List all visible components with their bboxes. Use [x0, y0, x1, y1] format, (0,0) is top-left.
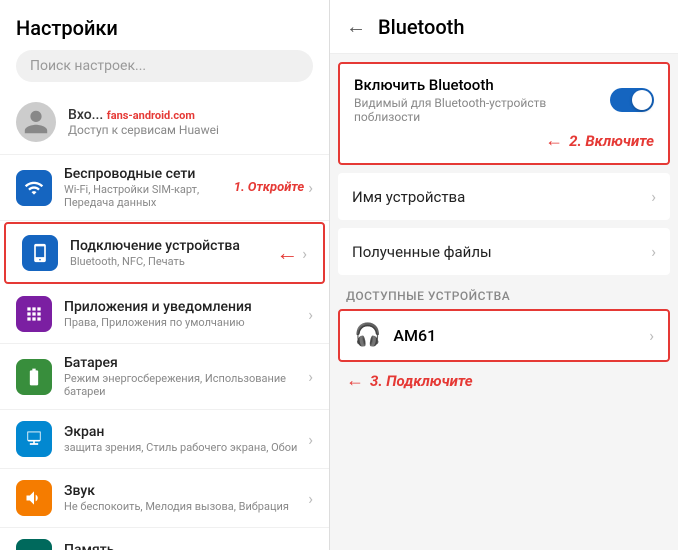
- sound-text: Звук Не беспокоить, Мелодия вызова, Вибр…: [64, 483, 308, 513]
- device-icon: [22, 235, 58, 271]
- apps-svg: [24, 304, 44, 324]
- wifi-icon: [16, 170, 52, 206]
- profile-row[interactable]: Вхо... fans-android.com Доступ к сервиса…: [0, 90, 329, 155]
- device-am61-name: AM61: [393, 326, 649, 345]
- settings-item-storage[interactable]: Память Память, Очистка памяти ›: [0, 528, 329, 550]
- sound-chevron: ›: [308, 489, 313, 508]
- device-svg: [30, 243, 50, 263]
- received-files-label: Полученные файлы: [352, 243, 492, 261]
- battery-svg: [24, 367, 44, 387]
- apps-chevron: ›: [308, 305, 313, 324]
- received-files-chevron: ›: [651, 242, 656, 261]
- profile-info: Вхо... fans-android.com Доступ к сервиса…: [68, 107, 313, 137]
- display-title: Экран: [64, 424, 308, 440]
- profile-name: Вхо... fans-android.com: [68, 107, 313, 123]
- device-chevron: ›: [302, 244, 307, 263]
- battery-icon: [16, 359, 52, 395]
- display-svg: [24, 429, 44, 449]
- device-name-chevron: ›: [651, 187, 656, 206]
- person-icon: [22, 108, 50, 136]
- settings-item-sound[interactable]: Звук Не беспокоить, Мелодия вызова, Вибр…: [0, 469, 329, 528]
- device-text: Подключение устройства Bluetooth, NFC, П…: [70, 238, 276, 268]
- annotation-3: 3. Подключите: [370, 372, 473, 390]
- watermark: fans-android.com: [107, 109, 195, 122]
- battery-text: Батарея Режим энергосбережения, Использо…: [64, 355, 308, 398]
- settings-item-apps[interactable]: Приложения и уведомления Права, Приложен…: [0, 285, 329, 344]
- headphones-icon: 🎧: [354, 323, 381, 348]
- back-button[interactable]: ←: [346, 14, 366, 39]
- device-subtitle: Bluetooth, NFC, Печать: [70, 255, 276, 268]
- display-icon: [16, 421, 52, 457]
- left-panel: Настройки Поиск настроек... Вхо... fans-…: [0, 0, 330, 550]
- wifi-svg: [24, 178, 44, 198]
- annotation-2-arrow: ←: [545, 130, 563, 151]
- annotation-2: 2. Включите: [569, 132, 654, 150]
- left-panel-title: Настройки: [16, 16, 313, 40]
- sound-subtitle: Не беспокоить, Мелодия вызова, Вибрация: [64, 500, 308, 513]
- annotation-3-arrow: ←: [346, 370, 364, 391]
- apps-icon: [16, 296, 52, 332]
- apps-text: Приложения и уведомления Права, Приложен…: [64, 299, 308, 329]
- right-header: ← Bluetooth: [330, 0, 678, 54]
- avatar: [16, 102, 56, 142]
- right-title: Bluetooth: [378, 15, 464, 39]
- settings-item-device[interactable]: Подключение устройства Bluetooth, NFC, П…: [4, 222, 325, 284]
- bluetooth-section: Включить Bluetooth Видимый для Bluetooth…: [338, 62, 670, 165]
- apps-subtitle: Права, Приложения по умолчанию: [64, 316, 308, 329]
- storage-icon: [16, 539, 52, 550]
- battery-title: Батарея: [64, 355, 308, 371]
- apps-title: Приложения и уведомления: [64, 299, 308, 315]
- device-name-item[interactable]: Имя устройства ›: [338, 173, 670, 220]
- right-panel: ← Bluetooth Включить Bluetooth Видимый д…: [330, 0, 678, 550]
- bluetooth-sublabel: Видимый для Bluetooth-устройств поблизос…: [354, 96, 610, 124]
- settings-item-wifi[interactable]: Беспроводные сети Wi-Fi, Настройки SIM-к…: [0, 155, 329, 221]
- display-text: Экран защита зрения, Стиль рабочего экра…: [64, 424, 308, 454]
- settings-list: Беспроводные сети Wi-Fi, Настройки SIM-к…: [0, 155, 329, 550]
- left-header: Настройки Поиск настроек...: [0, 0, 329, 90]
- bluetooth-toggle[interactable]: [610, 88, 654, 112]
- battery-chevron: ›: [308, 367, 313, 386]
- sound-title: Звук: [64, 483, 308, 499]
- device-am61-item[interactable]: 🎧 AM61 ›: [338, 309, 670, 362]
- storage-title: Память: [64, 542, 308, 550]
- sound-icon: [16, 480, 52, 516]
- bluetooth-toggle-row: Включить Bluetooth Видимый для Bluetooth…: [354, 76, 654, 124]
- wifi-text: Беспроводные сети Wi-Fi, Настройки SIM-к…: [64, 166, 234, 209]
- bluetooth-label-group: Включить Bluetooth Видимый для Bluetooth…: [354, 76, 610, 124]
- settings-item-battery[interactable]: Батарея Режим энергосбережения, Использо…: [0, 344, 329, 410]
- storage-text: Память Память, Очистка памяти: [64, 542, 308, 550]
- available-devices-header: ДОСТУПНЫЕ УСТРОЙСТВА: [330, 279, 678, 307]
- settings-item-display[interactable]: Экран защита зрения, Стиль рабочего экра…: [0, 410, 329, 469]
- device-name-label: Имя устройства: [352, 188, 465, 206]
- annotation-3-row: ← 3. Подключите: [330, 364, 678, 397]
- display-subtitle: защита зрения, Стиль рабочего экрана, Об…: [64, 441, 308, 454]
- bluetooth-label: Включить Bluetooth: [354, 76, 610, 94]
- annotation-1: 1. Откройте: [234, 180, 304, 195]
- device-title: Подключение устройства: [70, 238, 276, 254]
- display-chevron: ›: [308, 430, 313, 449]
- wifi-title: Беспроводные сети: [64, 166, 234, 182]
- received-files-item[interactable]: Полученные файлы ›: [338, 228, 670, 275]
- profile-subtitle: Доступ к сервисам Huawei: [68, 123, 313, 137]
- annotation-2-row: ← 2. Включите: [354, 130, 654, 151]
- wifi-chevron: ›: [308, 178, 313, 197]
- device-arrow: ←: [276, 240, 298, 266]
- sound-svg: [24, 488, 44, 508]
- search-bar[interactable]: Поиск настроек...: [16, 50, 313, 82]
- device-am61-chevron: ›: [649, 326, 654, 345]
- battery-subtitle: Режим энергосбережения, Использование ба…: [64, 372, 308, 398]
- wifi-subtitle: Wi-Fi, Настройки SIM-карт, Передача данн…: [64, 183, 234, 209]
